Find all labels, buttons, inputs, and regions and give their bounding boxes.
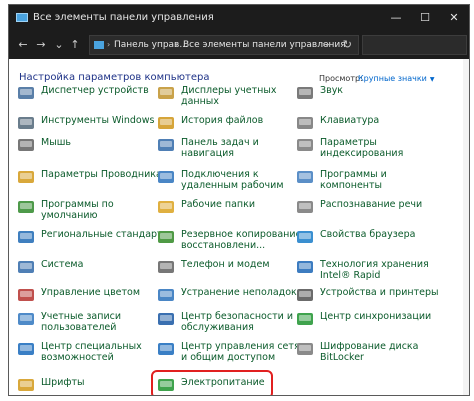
- fonts-icon: [17, 377, 35, 393]
- refresh-icon[interactable]: ↻: [343, 38, 352, 51]
- search-input[interactable]: [362, 35, 467, 55]
- control-panel-app-icon: [16, 13, 28, 22]
- item-label: Учетные записи пользователей: [41, 311, 122, 333]
- item-label: Телефон и модем: [181, 259, 270, 270]
- region-icon: [17, 229, 35, 245]
- item-label: Диспетчер устройств: [41, 85, 149, 96]
- security-center-icon: [157, 311, 175, 327]
- dropdown-arrow-icon: ▼: [429, 76, 435, 83]
- item-label: Рабочие папки: [181, 199, 256, 210]
- view-by-label: Просмотр:: [319, 74, 363, 83]
- ease-of-access-icon: [17, 341, 35, 357]
- sync-center-icon: [296, 311, 314, 327]
- backup-icon: [157, 229, 175, 245]
- item-label: Управление цветом: [41, 287, 141, 298]
- item-label: Программы по умолчанию: [41, 199, 114, 221]
- item-label: Центр безопасности и обслуживания: [181, 311, 293, 333]
- breadcrumb-separator: ›: [107, 40, 111, 49]
- item-label: Клавиатура: [320, 115, 380, 126]
- phone-modem-icon: [157, 259, 175, 275]
- sound-icon: [296, 85, 314, 101]
- network-center-icon: [157, 341, 175, 357]
- minimize-button[interactable]: —: [381, 5, 411, 31]
- programs-features-icon: [296, 169, 314, 185]
- item-label: Мышь: [41, 137, 71, 148]
- bitlocker-icon: [296, 341, 314, 357]
- indexing-icon: [296, 137, 314, 153]
- item-label: Инструменты Windows: [41, 115, 155, 126]
- item-label: Центр управления сетями и общим доступом: [181, 341, 313, 363]
- color-management-icon: [17, 287, 35, 303]
- item-label: Устранение неполадок: [181, 287, 297, 298]
- devices-printers-icon: [296, 287, 314, 303]
- item-label: Региональные стандарты: [41, 229, 171, 240]
- speech-recognition-icon: [296, 199, 314, 215]
- address-bar[interactable]: › Панель управ... › Все элементы панели …: [89, 35, 359, 55]
- title-bar: Все элементы панели управления — ☐ ✕: [9, 5, 469, 31]
- address-dropdown-icon[interactable]: ⌄: [323, 39, 331, 49]
- item-label: Центр специальных возможностей: [41, 341, 142, 363]
- forward-arrow-icon[interactable]: →: [33, 36, 49, 54]
- file-history-icon: [157, 115, 175, 131]
- view-by-value: Крупные значки: [358, 74, 427, 83]
- back-arrow-icon[interactable]: ←: [15, 36, 31, 54]
- scrollbar[interactable]: [463, 59, 469, 395]
- view-by-dropdown[interactable]: Крупные значки ▼: [358, 74, 435, 83]
- user-accounts-icon: [17, 311, 35, 327]
- item-label: Устройства и принтеры: [320, 287, 439, 298]
- device-manager-icon: [17, 85, 35, 101]
- control-panel-small-icon: [94, 41, 104, 49]
- item-label: Параметры индексирования: [320, 137, 404, 159]
- window-title: Все элементы панели управления: [33, 12, 214, 23]
- up-arrow-icon[interactable]: ↑: [67, 36, 83, 54]
- internet-options-icon: [296, 229, 314, 245]
- item-label: История файлов: [181, 115, 264, 126]
- maximize-button[interactable]: ☐: [410, 5, 440, 31]
- intel-rst-icon: [296, 259, 314, 275]
- explorer-options-icon: [17, 169, 35, 185]
- content-area: Настройка параметров компьютера Просмотр…: [9, 59, 469, 395]
- mouse-icon: [17, 137, 35, 153]
- keyboard-icon: [296, 115, 314, 131]
- item-label: Резервное копирование и восстановлени...: [181, 229, 311, 251]
- item-label: Центр синхронизации: [320, 311, 432, 322]
- taskbar-icon: [157, 137, 175, 153]
- item-label: Технология хранения Intel® Rapid: [320, 259, 429, 281]
- close-button[interactable]: ✕: [439, 5, 469, 31]
- item-label: Шифрование диска BitLocker: [320, 341, 419, 363]
- navigation-bar: ← → ⌄ ↑ › Панель управ... › Все элементы…: [9, 31, 469, 59]
- breadcrumb-separator: ›: [175, 40, 179, 49]
- item-label: Шрифты: [41, 377, 85, 388]
- default-programs-icon: [17, 199, 35, 215]
- item-label: Параметры Проводника: [41, 169, 162, 180]
- page-title: Настройка параметров компьютера: [19, 72, 210, 83]
- troubleshooting-icon: [157, 287, 175, 303]
- item-label: Панель задач и навигация: [181, 137, 259, 159]
- system-icon: [17, 259, 35, 275]
- item-label: Подключения к удаленным рабочим: [181, 169, 284, 191]
- item-label: Система: [41, 259, 84, 270]
- item-label: Дисплеры учетных данных: [181, 85, 277, 107]
- remote-desktop-icon: [157, 169, 175, 185]
- work-folders-icon: [157, 199, 175, 215]
- item-label: Распознавание речи: [320, 199, 423, 210]
- recent-locations-icon[interactable]: ⌄: [51, 36, 67, 54]
- item-label: Свойства браузера: [320, 229, 416, 240]
- highlight-frame: [151, 370, 273, 395]
- item-label: Звук: [320, 85, 344, 96]
- credential-manager-icon: [157, 85, 175, 101]
- windows-tools-icon: [17, 115, 35, 131]
- item-label: Программы и компоненты: [320, 169, 387, 191]
- control-panel-window: Все элементы панели управления — ☐ ✕ ← →…: [8, 4, 470, 396]
